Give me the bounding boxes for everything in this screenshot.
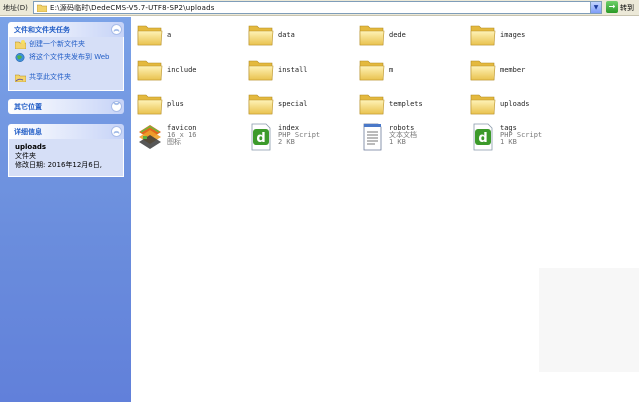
folder-item[interactable]: member	[464, 56, 575, 88]
folder-icon	[248, 90, 274, 118]
task-pane: 文件和文件夹任务 ︽ 创建一个新文件夹 将这个文件夹发布到 Web 共享此文件夹…	[0, 17, 131, 402]
item-name: images	[500, 31, 526, 39]
publish-web-icon	[15, 53, 25, 62]
folder-icon	[470, 21, 496, 49]
task-share-folder-label: 共享此文件夹	[29, 73, 71, 81]
folder-item[interactable]: plus	[131, 90, 242, 122]
folder-icon	[470, 56, 496, 84]
folder-icon	[137, 90, 163, 118]
other-places-title: 其它位置	[14, 103, 42, 111]
file-tasks-title: 文件和文件夹任务	[14, 26, 70, 34]
favicon-image-icon	[139, 125, 161, 149]
file-size: 1 KB	[500, 138, 517, 146]
text-document-icon	[363, 123, 382, 151]
details-header[interactable]: 详细信息 ︽	[8, 124, 124, 139]
go-arrow-icon: →	[606, 1, 618, 13]
folder-icon	[359, 56, 385, 84]
item-name: include	[167, 66, 197, 74]
address-label: 地址(D)	[3, 4, 28, 12]
file-item[interactable]: tags PHP Script 1 KB	[464, 123, 575, 155]
folder-icon	[470, 90, 496, 118]
address-input[interactable]: E:\源码临时\DedeCMS-V5.7-UTF8-SP2\uploads ▼	[33, 1, 602, 14]
file-item[interactable]: robots 文本文档 1 KB	[353, 123, 464, 155]
go-button[interactable]: → 转到	[606, 1, 638, 14]
folder-icon	[248, 21, 274, 49]
file-type: 图标	[167, 138, 181, 146]
file-item[interactable]: index PHP Script 2 KB	[242, 123, 353, 155]
folder-item[interactable]: a	[131, 21, 242, 53]
folder-item[interactable]: images	[464, 21, 575, 53]
item-name: special	[278, 100, 308, 108]
task-new-folder-label: 创建一个新文件夹	[29, 40, 85, 48]
task-new-folder[interactable]: 创建一个新文件夹	[15, 40, 119, 53]
folder-icon	[137, 56, 163, 84]
php-script-icon	[248, 123, 274, 151]
file-tasks-panel: 文件和文件夹任务 ︽ 创建一个新文件夹 将这个文件夹发布到 Web 共享此文件夹	[8, 22, 124, 91]
details-body: uploads 文件夹 修改日期: 2016年12月6日,	[8, 139, 124, 177]
details-item-type: 文件夹	[15, 152, 36, 160]
task-share-folder[interactable]: 共享此文件夹	[15, 73, 119, 86]
file-meta: index PHP Script 2 KB	[278, 125, 320, 146]
go-label: 转到	[620, 4, 634, 12]
file-tasks-header[interactable]: 文件和文件夹任务 ︽	[8, 22, 124, 37]
new-folder-icon	[15, 40, 26, 49]
folder-item[interactable]: dede	[353, 21, 464, 53]
file-size: 2 KB	[278, 138, 295, 146]
item-name: install	[278, 66, 308, 74]
other-places-header[interactable]: 其它位置 ︾	[8, 99, 124, 114]
folder-item[interactable]: m	[353, 56, 464, 88]
file-meta: robots 文本文档 1 KB	[389, 125, 417, 146]
address-bar: 地址(D) E:\源码临时\DedeCMS-V5.7-UTF8-SP2\uplo…	[0, 0, 639, 16]
item-name: a	[167, 31, 172, 39]
item-name: templets	[389, 100, 423, 108]
folder-item[interactable]: data	[242, 21, 353, 53]
folder-item[interactable]: install	[242, 56, 353, 88]
address-path: E:\源码临时\DedeCMS-V5.7-UTF8-SP2\uploads	[50, 4, 215, 12]
task-publish-web-label: 将这个文件夹发布到 Web	[29, 53, 110, 61]
share-folder-icon	[15, 74, 26, 82]
item-name: uploads	[500, 100, 530, 108]
details-panel: 详细信息 ︽ uploads 文件夹 修改日期: 2016年12月6日,	[8, 124, 124, 177]
folder-item[interactable]: include	[131, 56, 242, 88]
details-modified-date: 修改日期: 2016年12月6日,	[15, 161, 102, 169]
folder-item[interactable]: uploads	[464, 90, 575, 122]
folder-icon	[359, 21, 385, 49]
details-title: 详细信息	[14, 128, 42, 136]
file-tasks-body: 创建一个新文件夹 将这个文件夹发布到 Web 共享此文件夹	[8, 37, 124, 91]
address-dropdown-button[interactable]: ▼	[590, 2, 601, 13]
collapse-chevron-icon[interactable]: ︽	[111, 24, 122, 35]
folder-item[interactable]: templets	[353, 90, 464, 122]
empty-area	[539, 268, 639, 372]
item-name: member	[500, 66, 526, 74]
file-meta: tags PHP Script 1 KB	[500, 125, 542, 146]
folder-icon	[248, 56, 274, 84]
item-name: data	[278, 31, 295, 39]
item-name: plus	[167, 100, 184, 108]
file-item[interactable]: favicon 16 x 16 图标	[131, 123, 242, 155]
collapse-chevron-icon[interactable]: ︽	[111, 126, 122, 137]
item-name: dede	[389, 31, 406, 39]
php-script-icon	[470, 123, 496, 151]
other-places-panel: 其它位置 ︾	[8, 99, 124, 114]
file-size: 1 KB	[389, 138, 406, 146]
folder-icon	[37, 4, 47, 12]
expand-chevron-icon[interactable]: ︾	[111, 101, 122, 112]
task-publish-web[interactable]: 将这个文件夹发布到 Web	[15, 53, 119, 73]
folder-icon	[359, 90, 385, 118]
file-view: a data dede images include install m mem…	[131, 17, 639, 402]
folder-icon	[137, 21, 163, 49]
item-name: m	[389, 66, 394, 74]
details-item-name: uploads	[15, 143, 47, 151]
file-meta: favicon 16 x 16 图标	[167, 125, 197, 146]
folder-item[interactable]: special	[242, 90, 353, 122]
